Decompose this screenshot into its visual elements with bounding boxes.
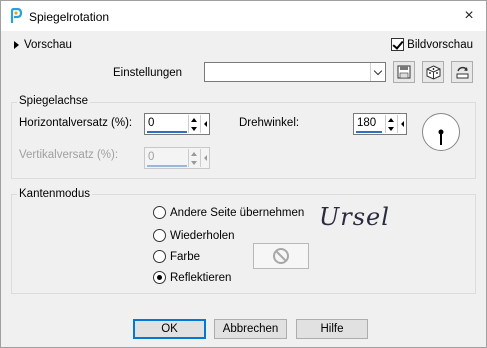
- disabled-icon: [273, 248, 289, 264]
- preview-toggle[interactable]: Vorschau: [14, 39, 72, 51]
- spin-up-button[interactable]: [386, 115, 396, 124]
- radio-color[interactable]: Farbe: [153, 250, 200, 263]
- radio-take-other-side[interactable]: Andere Seite übernehmen: [153, 206, 304, 219]
- angle-needle-icon: [438, 129, 444, 145]
- value-slider-bar[interactable]: [356, 131, 382, 133]
- window-title: Spiegelrotation: [29, 10, 110, 24]
- checkbox-checked-icon[interactable]: [391, 38, 405, 51]
- spin-down-button: [189, 158, 199, 167]
- vertical-offset-spinner: 0: [144, 147, 210, 169]
- title-bar: Spiegelrotation ×: [1, 1, 486, 31]
- settings-dropdown[interactable]: [204, 62, 386, 82]
- horizontal-offset-spinner[interactable]: 0: [144, 113, 210, 135]
- spin-up-button: [189, 149, 199, 158]
- rotation-value[interactable]: 180: [357, 117, 376, 129]
- dialog-window: Spiegelrotation × Vorschau Bildvorschau …: [0, 0, 487, 348]
- random-button[interactable]: [422, 61, 444, 83]
- value-slider-bar[interactable]: [147, 131, 187, 133]
- radio-repeat[interactable]: Wiederholen: [153, 229, 235, 242]
- spin-buttons[interactable]: [188, 115, 199, 133]
- ok-button[interactable]: OK: [133, 319, 206, 339]
- spin-up-button[interactable]: [189, 115, 199, 124]
- slider-popup-button: [200, 149, 209, 167]
- cancel-button[interactable]: Abbrechen: [214, 319, 287, 339]
- app-icon: [10, 8, 23, 23]
- save-preset-button[interactable]: [393, 61, 415, 83]
- vertical-offset-value: 0: [148, 151, 155, 163]
- rotation-label: Drehwinkel:: [239, 117, 300, 129]
- slider-popup-button[interactable]: [397, 115, 406, 133]
- settings-label: Einstellungen: [113, 67, 183, 79]
- radio-label: Wiederholen: [170, 229, 235, 242]
- arrow-down-icon: [191, 160, 197, 165]
- close-icon: ×: [464, 7, 474, 24]
- expand-triangle-icon: [14, 41, 19, 49]
- arrow-down-icon: [191, 126, 197, 131]
- radio-icon[interactable]: [153, 229, 166, 242]
- chevron-down-icon: [373, 66, 383, 75]
- arrow-up-icon: [388, 117, 394, 122]
- value-slider-bar: [147, 165, 187, 167]
- mirror-axis-label: Spiegelachse: [17, 95, 91, 107]
- radio-label: Andere Seite übernehmen: [170, 206, 305, 219]
- arrow-left-icon: [400, 121, 404, 127]
- spin-down-button[interactable]: [189, 124, 199, 133]
- color-swatch: [253, 243, 309, 269]
- image-preview-checkbox[interactable]: Bildvorschau: [391, 38, 473, 51]
- spin-down-button[interactable]: [386, 124, 396, 133]
- arrow-left-icon: [203, 155, 207, 161]
- preview-label: Vorschau: [24, 39, 72, 51]
- rotation-spinner[interactable]: 180: [353, 113, 407, 135]
- dropdown-arrow[interactable]: [370, 63, 385, 81]
- radio-label: Reflektieren: [170, 271, 232, 284]
- arrow-down-icon: [388, 126, 394, 131]
- radio-icon[interactable]: [153, 206, 166, 219]
- save-icon: [397, 65, 411, 79]
- radio-icon[interactable]: [153, 250, 166, 263]
- horizontal-offset-value[interactable]: 0: [148, 117, 154, 129]
- arrow-up-icon: [191, 117, 197, 122]
- image-preview-label: Bildvorschau: [407, 38, 473, 51]
- dice-icon: [426, 64, 440, 80]
- reset-icon: [456, 66, 468, 78]
- help-button[interactable]: Hilfe: [296, 319, 368, 339]
- arrow-up-icon: [191, 151, 197, 156]
- reset-button[interactable]: [451, 61, 473, 83]
- horizontal-offset-label: Horizontalversatz (%):: [19, 117, 133, 129]
- angle-dial[interactable]: [422, 113, 460, 151]
- radio-label: Farbe: [170, 250, 201, 263]
- spin-buttons: [188, 149, 199, 167]
- vertical-offset-label: Vertikalversatz (%):: [19, 149, 119, 161]
- edge-mode-label: Kantenmodus: [17, 188, 92, 200]
- radio-selected-icon[interactable]: [153, 271, 166, 284]
- close-button[interactable]: ×: [458, 5, 480, 27]
- radio-reflect[interactable]: Reflektieren: [153, 271, 231, 284]
- signature-watermark: Ursel: [319, 203, 390, 231]
- slider-popup-button[interactable]: [200, 115, 209, 133]
- arrow-left-icon: [203, 121, 207, 127]
- spin-buttons[interactable]: [385, 115, 396, 133]
